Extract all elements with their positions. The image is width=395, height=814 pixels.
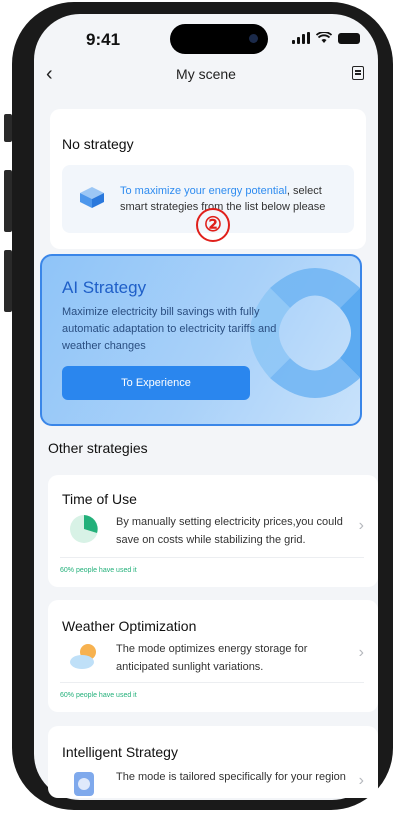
status-icons [292, 32, 360, 44]
page-title: My scene [176, 66, 236, 82]
signal-icon [292, 32, 310, 44]
camera-dot [249, 34, 258, 43]
list-icon[interactable] [352, 66, 364, 80]
strategy-name: Time of Use [62, 491, 137, 507]
pie-chart-icon [70, 515, 98, 543]
strategy-name: Weather Optimization [62, 618, 197, 634]
wifi-icon [316, 32, 332, 43]
strategy-description: By manually setting electricity prices,y… [116, 516, 343, 546]
divider [60, 682, 364, 683]
dynamic-island [170, 24, 268, 54]
hint-text: To maximize your energy potential, selec… [120, 183, 346, 215]
volume-up-button [4, 170, 12, 232]
box-icon [80, 187, 104, 208]
ai-strategy-description: Maximize electricity bill savings with f… [62, 306, 277, 352]
ai-strategy-title: AI Strategy [62, 278, 147, 297]
strategy-card-intelligent-strategy[interactable]: Intelligent Strategy The mode is tailore… [48, 726, 378, 798]
annotation-marker: ② [196, 208, 230, 242]
mute-switch [4, 114, 12, 142]
chevron-right-icon: › [358, 772, 364, 789]
chevron-right-icon: › [358, 517, 364, 534]
ai-strategy-card[interactable]: AI Strategy Maximize electricity bill sa… [40, 254, 362, 426]
strategy-description: The mode is tailored specifically for yo… [116, 771, 346, 783]
intelligent-icon [74, 772, 94, 796]
usage-text: 60% people have used it [60, 567, 137, 574]
battery-icon [338, 32, 360, 44]
chevron-right-icon: › [358, 644, 364, 661]
sun-cloud-icon [70, 644, 96, 669]
hint-highlight: To maximize your energy potential [120, 185, 287, 197]
strategy-name: Intelligent Strategy [62, 744, 178, 760]
strategy-description: The mode optimizes energy storage for an… [116, 643, 308, 673]
usage-text: 60% people have used it [60, 692, 137, 699]
strategy-card-weather-optimization[interactable]: Weather Optimization The mode optimizes … [48, 600, 378, 712]
divider [60, 557, 364, 558]
no-strategy-heading: No strategy [62, 136, 134, 152]
volume-down-button [4, 250, 12, 312]
other-strategies-heading: Other strategies [48, 440, 148, 456]
status-time: 9:41 [86, 30, 121, 49]
to-experience-button[interactable]: To Experience [62, 366, 250, 400]
strategy-card-time-of-use[interactable]: Time of Use By manually setting electric… [48, 475, 378, 587]
